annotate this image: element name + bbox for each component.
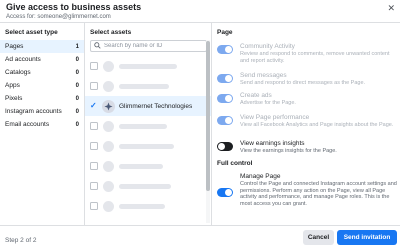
asset-type-count: 0 [75,108,79,115]
blurred-asset-name [119,83,169,89]
asset-checkbox[interactable] [90,82,98,90]
blurred-asset-name [119,203,165,209]
asset-type-label: Pixels [5,95,23,102]
permissions-column: Page Community Activity Review and respo… [212,23,400,225]
asset-row[interactable] [85,116,211,136]
blurred-asset-name [119,123,167,129]
asset-type-pixels[interactable]: Pixels 0 [0,92,84,105]
blurred-asset-name [119,183,171,189]
permission-title: Community Activity [240,43,295,50]
asset-checkbox[interactable] [90,162,98,170]
glimmernet-logo [102,99,115,113]
cancel-button[interactable]: Cancel [303,230,334,245]
asset-type-label: Ad accounts [5,56,41,63]
asset-row[interactable] [85,136,211,156]
blurred-avatar [103,80,114,92]
asset-type-column: Select asset type Pages 1 Ad accounts 0 … [0,23,85,225]
selected-asset-name: Glimmernet Technologies [119,102,193,110]
permission-toggle[interactable] [217,94,233,103]
asset-type-email-accounts[interactable]: Email accounts 0 [0,118,84,131]
assets-scrollbar-thumb[interactable] [206,41,210,191]
search-icon [94,41,101,51]
asset-type-count: 0 [75,121,79,128]
permission-desc: Control the Page and connected Instagram… [240,181,397,207]
permission-title: Send messages [240,72,287,79]
asset-checkbox[interactable] [90,202,98,210]
dialog-title: Give access to business assets [6,2,142,12]
asset-type-apps[interactable]: Apps 0 [0,79,84,92]
blurred-avatar [103,60,114,72]
permission-desc: Send and respond to direct messages as t… [240,80,366,86]
permission-title: Create ads [240,92,272,99]
blurred-avatar [103,120,114,132]
asset-type-label: Instagram accounts [5,108,62,115]
send-invitation-button[interactable]: Send invitation [337,230,397,245]
permissions-heading: Page [217,29,233,36]
footer-divider [0,225,400,226]
permission-manage-page: Manage Page Control the Page and connect… [217,173,397,207]
permission-toggle[interactable] [217,188,233,197]
asset-checkbox[interactable] [90,62,98,70]
asset-row[interactable] [85,176,211,196]
asset-type-count: 0 [75,95,79,102]
permission-title: Manage Page [240,173,281,180]
asset-row[interactable] [85,196,211,216]
asset-type-pages[interactable]: Pages 1 [0,40,84,53]
asset-search-box [90,40,207,52]
asset-row-selected[interactable]: ✓ Glimmernet Technologies [85,96,211,116]
asset-search-input[interactable] [104,43,199,49]
permission-desc: View all Facebook Analytics and Page ins… [240,122,394,128]
permission-desc: View the earnings insights for the Page. [240,148,337,154]
dialog-subtitle: Access for: someone@glimmernet.com [6,14,111,20]
asset-row[interactable] [85,56,211,76]
asset-row[interactable] [85,76,211,96]
step-indicator: Step 2 of 2 [5,237,37,244]
permission-send-messages: Send messages Send and respond to direct… [217,72,397,87]
assets-heading: Select assets [90,29,132,36]
permission-toggle[interactable] [217,116,233,125]
permission-title: View Page performance [240,114,310,121]
asset-type-heading: Select asset type [5,29,58,36]
asset-type-count: 0 [75,56,79,63]
permission-toggle[interactable] [217,45,233,54]
asset-checkbox[interactable] [90,122,98,130]
asset-type-catalogs[interactable]: Catalogs 0 [0,66,84,79]
assets-column: Select assets ✓ Glimmernet Technologies [85,23,212,225]
asset-type-label: Apps [5,82,20,89]
asset-type-count: 0 [75,82,79,89]
asset-checkbox[interactable] [90,182,98,190]
blurred-avatar [103,160,114,172]
blurred-avatar [103,140,114,152]
blurred-avatar [103,180,114,192]
full-control-heading: Full control [217,160,253,167]
asset-type-label: Pages [5,43,24,50]
permission-desc: Review and respond to comments, remove u… [240,51,390,64]
permission-desc: Advertise for the Page. [240,100,296,106]
permission-toggle[interactable] [217,142,233,151]
permission-create-ads: Create ads Advertise for the Page. [217,92,397,107]
permission-toggle[interactable] [217,74,233,83]
permission-view-earnings-insights: View earnings insights View the earnings… [217,140,397,155]
asset-type-label: Catalogs [5,69,31,76]
asset-type-count: 0 [75,69,79,76]
blurred-asset-name [119,143,174,149]
asset-type-label: Email accounts [5,121,50,128]
blurred-avatar [103,200,114,212]
asset-type-ad-accounts[interactable]: Ad accounts 0 [0,53,84,66]
asset-row[interactable] [85,156,211,176]
asset-checkbox[interactable] [90,142,98,150]
blurred-asset-name [119,63,177,69]
checkmark-icon[interactable]: ✓ [90,102,98,110]
asset-type-instagram-accounts[interactable]: Instagram accounts 0 [0,105,84,118]
permission-view-page-performance: View Page performance View all Facebook … [217,114,397,129]
asset-type-count: 1 [75,43,79,50]
permission-title: View earnings insights [240,140,305,147]
blurred-asset-name [119,163,163,169]
permission-community-activity: Community Activity Review and respond to… [217,43,397,64]
dialog-header: Give access to business assets Access fo… [0,0,400,22]
close-icon[interactable]: ✕ [387,3,395,14]
